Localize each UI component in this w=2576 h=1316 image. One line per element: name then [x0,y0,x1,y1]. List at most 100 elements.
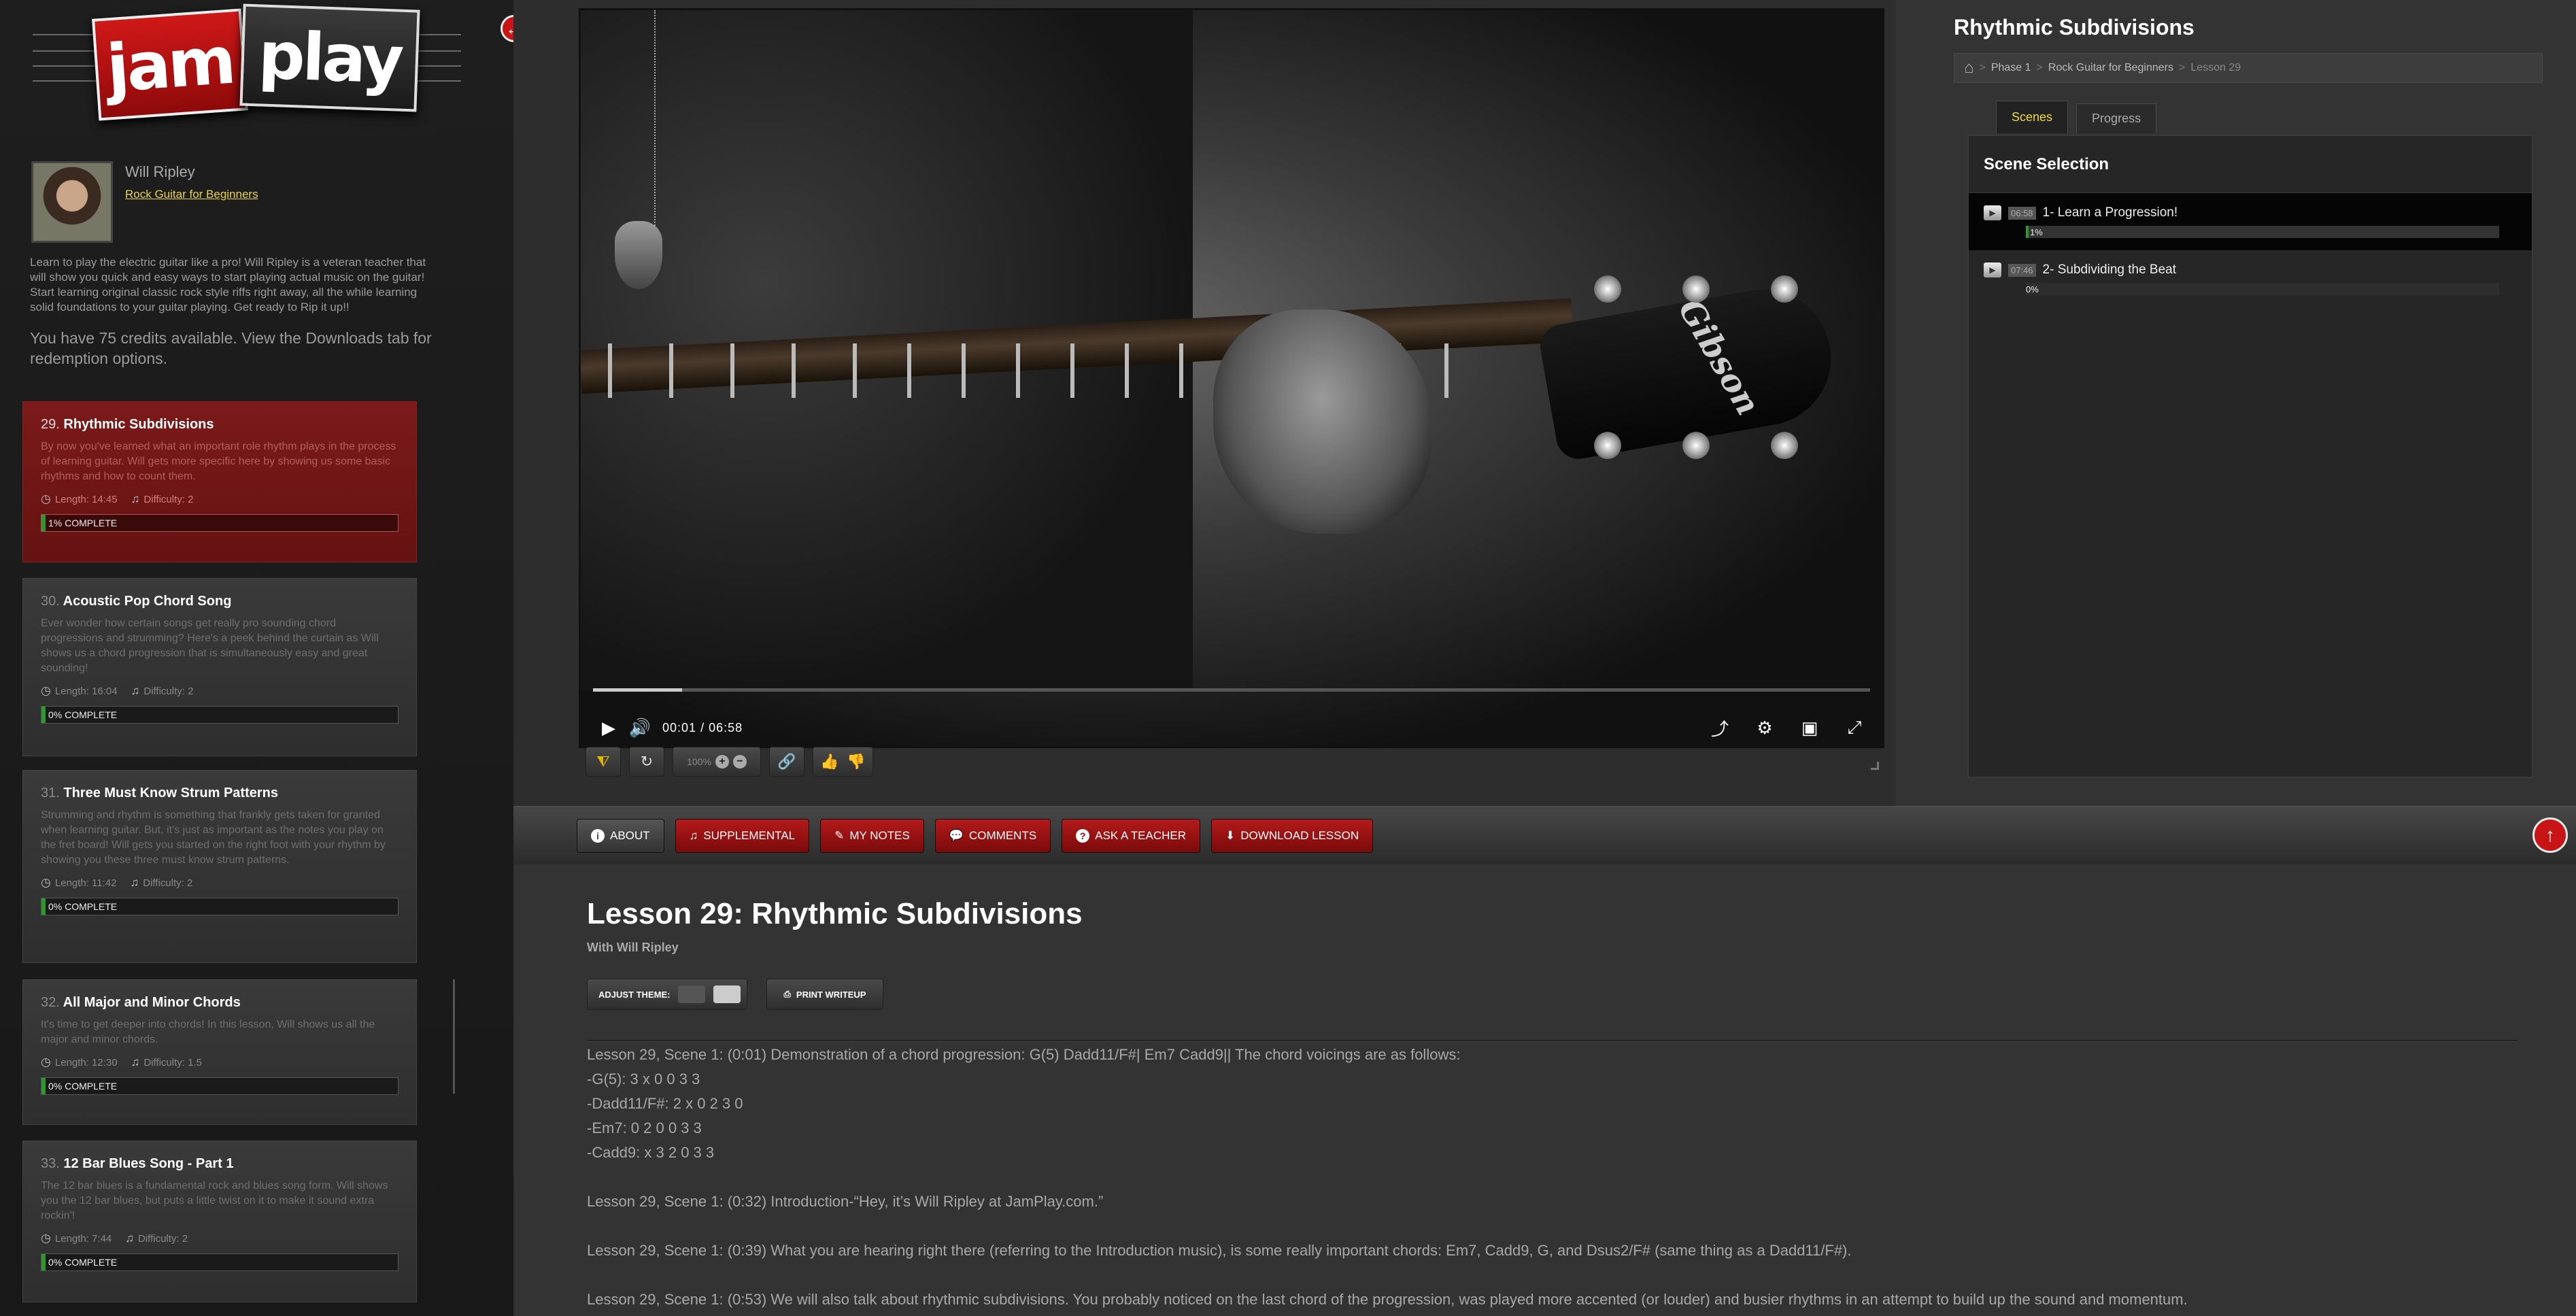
progress-fill [41,1078,46,1094]
lesson-title: 29. Rhythmic Subdivisions [41,417,399,433]
lesson-description: Strumming and rhythm is something that f… [41,809,386,866]
volume-icon[interactable]: 🔊 [624,712,656,743]
panel-tabs: Scenes Progress [1996,101,2157,133]
progress-fill [41,515,46,531]
music-note-icon: ♫ [131,684,140,697]
fullscreen-icon[interactable]: ⤢ [1839,712,1870,743]
video-tuner [1594,432,1621,459]
lesson-meta: ◷ Length: 14:45 ♫ Difficulty: 2 [41,492,399,506]
print-writeup-button[interactable]: ⎙ PRINT WRITEUP [766,979,883,1010]
lesson-difficulty: Difficulty: 2 [138,1233,188,1245]
loop-button[interactable]: ↻ [629,747,664,777]
printer-icon: ⎙ [783,989,791,999]
download-lesson-button[interactable]: ⬇ DOWNLOAD LESSON [1211,819,1374,853]
lesson-progress-bar: 0% COMPLETE [41,1253,399,1271]
divider [587,1040,2517,1042]
sidebar-scrollbar[interactable] [453,979,455,1094]
thumbs-down-icon[interactable]: 👎 [847,753,865,771]
download-label: DOWNLOAD LESSON [1240,829,1359,842]
lesson-heading: Lesson 29: Rhythmic Subdivisions [587,897,1083,930]
video-brand-text: Gibson [1670,292,1767,422]
thumbs-up-icon[interactable]: 👍 [820,753,838,771]
tab-scenes[interactable]: Scenes [1996,101,2069,133]
total-duration: 06:58 [709,720,743,735]
video-player[interactable]: Gibson ▶ 🔊 00:01 / 06:58 ⤴ ⚙ ▣ ⤢ [579,8,1884,748]
video-controls-right: ⤴ ⚙ ▣ ⤢ [1704,712,1870,743]
video-fret [962,343,966,398]
scene-progress-label: 1% [2030,226,2043,237]
video-area: Gibson ▶ 🔊 00:01 / 06:58 ⤴ ⚙ ▣ ⤢ ⧨ ↻ 100… [513,0,1896,806]
writeup-line: -Em7: 0 2 0 0 3 3 [587,1119,702,1136]
music-note-icon: ♫ [689,829,698,842]
lesson-number: 29. [41,417,60,432]
tab-progress[interactable]: Progress [2076,103,2157,133]
logo-play: play [239,3,420,112]
lesson-meta: ◷ Length: 12:30 ♫ Difficulty: 1.5 [41,1056,399,1069]
theme-dark-swatch[interactable] [678,985,706,1003]
music-note-icon: ♫ [130,876,139,889]
marker-icon-button[interactable]: ⧨ [586,747,621,777]
scene-title: 1- Learn a Progression! [2042,205,2178,220]
about-label: ABOUT [610,829,650,842]
scene-play-icon[interactable]: ▶ [1984,263,2001,277]
course-link[interactable]: Rock Guitar for Beginners [125,188,258,201]
theme-light-swatch[interactable] [713,985,741,1003]
lesson-card-29[interactable]: 29. Rhythmic Subdivisions By now you've … [22,401,417,562]
lesson-title: 30. Acoustic Pop Chord Song [41,594,399,609]
lesson-description: By now you've learned what an important … [41,441,396,482]
comments-button[interactable]: 💬 COMMENTS [934,819,1051,853]
lesson-meta: ◷ Length: 7:44 ♫ Difficulty: 2 [41,1232,399,1245]
breadcrumb-separator: > [1979,62,1986,73]
supplemental-button[interactable]: ♫ SUPPLEMENTAL [675,819,810,853]
play-icon[interactable]: ▶ [593,712,624,743]
lesson-name: All Major and Minor Chords [63,995,241,1010]
lesson-title: 31. Three Must Know Strum Patterns [41,786,399,801]
lesson-card-30[interactable]: 30. Acoustic Pop Chord Song Ever wonder … [22,578,417,756]
my-notes-button[interactable]: ✎ MY NOTES [820,819,924,853]
video-timeline[interactable] [593,688,1870,692]
resize-grip-icon[interactable] [1871,762,1879,770]
zoom-control: 100% + − [673,747,761,777]
video-fret [1125,343,1129,398]
rating-buttons: 👍 👎 [813,747,873,777]
lesson-card-32[interactable]: 32. All Major and Minor Chords It's time… [22,979,417,1125]
share-icon[interactable]: ⤴ [1704,712,1735,743]
lesson-card-33[interactable]: 33. 12 Bar Blues Song - Part 1 The 12 ba… [22,1141,417,1302]
current-time: 00:01 [662,720,697,735]
clock-icon: ◷ [41,492,51,505]
progress-label: 0% COMPLETE [48,709,118,720]
about-button[interactable]: i ABOUT [577,819,664,853]
video-fret [730,343,734,398]
scene-title: 2- Subdividing the Beat [2042,263,2177,277]
adjust-theme-label: ADJUST THEME: [598,989,671,1000]
video-tuner [1771,432,1798,459]
settings-gear-icon[interactable]: ⚙ [1749,712,1780,743]
scroll-to-top-button[interactable]: ↑ [2532,817,2568,853]
ask-teacher-button[interactable]: ? ASK A TEACHER [1062,819,1201,853]
zoom-level: 100% [687,756,711,767]
lesson-tab-buttons: i ABOUT ♫ SUPPLEMENTAL ✎ MY NOTES 💬 COMMENTS… [577,819,1374,853]
breadcrumb-phase[interactable]: Phase 1 [1991,62,2031,74]
scene-item[interactable]: ▶ 06:58 1- Learn a Progression! 1% [1969,193,2532,250]
lesson-number: 32. [41,995,60,1010]
progress-label: 0% COMPLETE [48,1257,118,1268]
link-button[interactable]: 🔗 [769,747,804,777]
music-note-icon: ♫ [131,492,140,505]
ask-label: ASK A TEACHER [1095,829,1187,842]
lesson-progress-bar: 0% COMPLETE [41,706,399,724]
lesson-title: 32. All Major and Minor Chords [41,995,399,1011]
timeline-played [593,688,683,692]
lesson-name: Acoustic Pop Chord Song [63,594,232,609]
zoom-out-icon[interactable]: − [732,755,747,769]
zoom-in-icon[interactable]: + [715,755,729,769]
video-controls: ▶ 🔊 00:01 / 06:58 ⤴ ⚙ ▣ ⤢ [593,711,1870,745]
scene-play-icon[interactable]: ▶ [1984,205,2001,220]
home-icon[interactable]: ⌂ [1964,58,1974,78]
credits-notice: You have 75 credits available. View the … [30,329,432,367]
lesson-card-31[interactable]: 31. Three Must Know Strum Patterns Strum… [22,770,417,963]
jamplay-logo[interactable]: jam play [27,0,462,129]
breadcrumb-course[interactable]: Rock Guitar for Beginners [2048,62,2173,74]
lesson-length: Length: 14:45 [54,494,118,505]
scene-item[interactable]: ▶ 07:46 2- Subdividing the Beat 0% [1969,250,2532,307]
picture-in-picture-icon[interactable]: ▣ [1794,712,1825,743]
